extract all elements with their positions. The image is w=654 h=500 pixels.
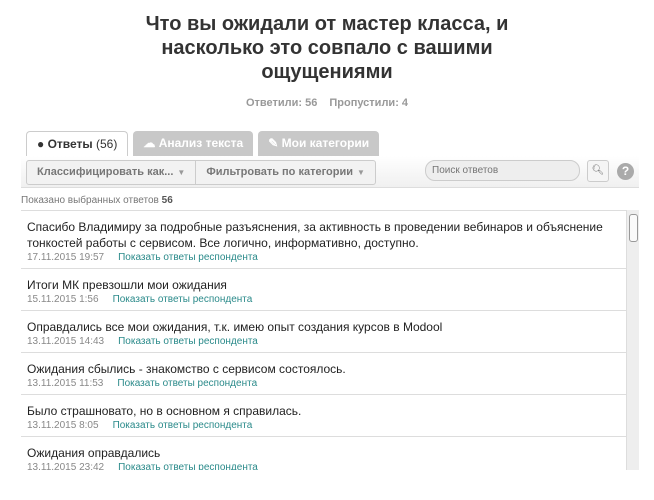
- list-item: Итоги МК превзошли мои ожидания 15.11.201…: [21, 269, 626, 311]
- classify-label: Классифицировать как...: [37, 166, 174, 178]
- response-text: Ожидания оправдались: [27, 446, 161, 460]
- list-item: Оправдались все мои ожидания, т.к. имею …: [21, 311, 626, 353]
- scrollbar[interactable]: [626, 210, 639, 470]
- response-meta: 13.11.2015 11:53 Показать ответы респонде…: [27, 378, 620, 389]
- tab-count: (56): [96, 137, 118, 151]
- show-respondent-link[interactable]: Показать ответы респондента: [118, 336, 258, 347]
- response-text: Спасибо Владимиру за подробные разъяснен…: [27, 220, 603, 250]
- chevron-down-icon: ▼: [356, 168, 365, 177]
- show-respondent-link[interactable]: Показать ответы респондента: [113, 294, 253, 305]
- search-input[interactable]: [425, 160, 580, 181]
- list-item: Ожидания оправдались 13.11.2015 23:42 Пока…: [21, 437, 626, 470]
- show-respondent-link[interactable]: Показать ответы респондента: [118, 252, 258, 263]
- shown-count: Показано выбранных ответов 56: [21, 195, 173, 206]
- show-respondent-link[interactable]: Показать ответы респондента: [117, 378, 257, 389]
- show-respondent-link[interactable]: Показать ответы респондента: [113, 420, 253, 431]
- cloud-icon: ☁: [143, 136, 156, 150]
- tab-label: Ответы: [47, 137, 93, 151]
- list-item: Спасибо Владимиру за подробные разъяснен…: [21, 211, 626, 269]
- stats: Ответили: 56 Пропустили: 4: [0, 97, 654, 109]
- response-text: Было страшновато, но в основном я справи…: [27, 404, 302, 418]
- title-line: Что вы ожидали от мастер класса, и: [145, 13, 509, 35]
- classify-dropdown[interactable]: Классифицировать как... ▼: [27, 161, 195, 184]
- speech-bubble-icon: ●: [37, 137, 45, 151]
- show-respondent-link[interactable]: Показать ответы респондента: [118, 462, 258, 470]
- response-date: 17.11.2015 19:57: [27, 252, 105, 263]
- skipped-count: Пропустили: 4: [329, 97, 409, 109]
- chevron-down-icon: ▼: [177, 168, 186, 177]
- response-text: Оправдались все мои ожидания, т.к. имею …: [27, 320, 443, 334]
- tab-text-analysis[interactable]: ☁ Анализ текста: [133, 131, 254, 156]
- list-item: Было страшновато, но в основном я справи…: [21, 395, 626, 437]
- response-date: 13.11.2015 23:42: [27, 462, 105, 470]
- list-item: Ожидания сбылись - знакомство с сервисом…: [21, 353, 626, 395]
- filter-dropdown[interactable]: Фильтровать по категории ▼: [195, 161, 375, 184]
- tag-icon: ✎: [268, 136, 279, 150]
- search-icon: 🔍︎: [591, 165, 605, 176]
- response-meta: 17.11.2015 19:57 Показать ответы респонде…: [27, 252, 620, 263]
- response-text: Ожидания сбылись - знакомство с сервисом…: [27, 362, 346, 376]
- response-list: Спасибо Владимиру за подробные разъяснен…: [21, 210, 626, 470]
- tabs: ● Ответы (56) ☁ Анализ текста ✎ Мои кате…: [26, 131, 380, 157]
- response-date: 13.11.2015 14:43: [27, 336, 105, 347]
- shown-number: 56: [161, 195, 173, 206]
- response-meta: 13.11.2015 8:05 Показать ответы респонден…: [27, 420, 620, 431]
- search-button[interactable]: 🔍︎: [587, 160, 609, 182]
- response-text: Итоги МК превзошли мои ожидания: [27, 278, 227, 292]
- help-icon[interactable]: ?: [617, 163, 634, 180]
- response-date: 13.11.2015 11:53: [27, 378, 104, 389]
- scrollbar-thumb[interactable]: [629, 214, 638, 242]
- tab-label: Мои категории: [281, 136, 370, 150]
- response-meta: 15.11.2015 1:56 Показать ответы респонден…: [27, 294, 620, 305]
- response-date: 15.11.2015 1:56: [27, 294, 99, 305]
- shown-label: Показано выбранных ответов: [21, 195, 159, 206]
- answered-count: Ответили: 56: [245, 97, 318, 109]
- action-buttons: Классифицировать как... ▼ Фильтровать по …: [26, 160, 376, 185]
- tab-my-categories[interactable]: ✎ Мои категории: [258, 131, 380, 156]
- response-meta: 13.11.2015 14:43 Показать ответы респонде…: [27, 336, 620, 347]
- title-line: ощущениями: [261, 61, 393, 83]
- page-title: Что вы ожидали от мастер класса, и наско…: [0, 12, 654, 84]
- filter-label: Фильтровать по категории: [206, 166, 353, 178]
- response-date: 13.11.2015 8:05: [27, 420, 99, 431]
- response-meta: 13.11.2015 23:42 Показать ответы респонде…: [27, 462, 620, 470]
- title-line: насколько это совпало с вашими: [161, 37, 493, 59]
- tab-label: Анализ текста: [158, 136, 244, 150]
- toolbar: Классифицировать как... ▼ Фильтровать по …: [21, 156, 639, 188]
- tab-responses[interactable]: ● Ответы (56): [26, 131, 129, 157]
